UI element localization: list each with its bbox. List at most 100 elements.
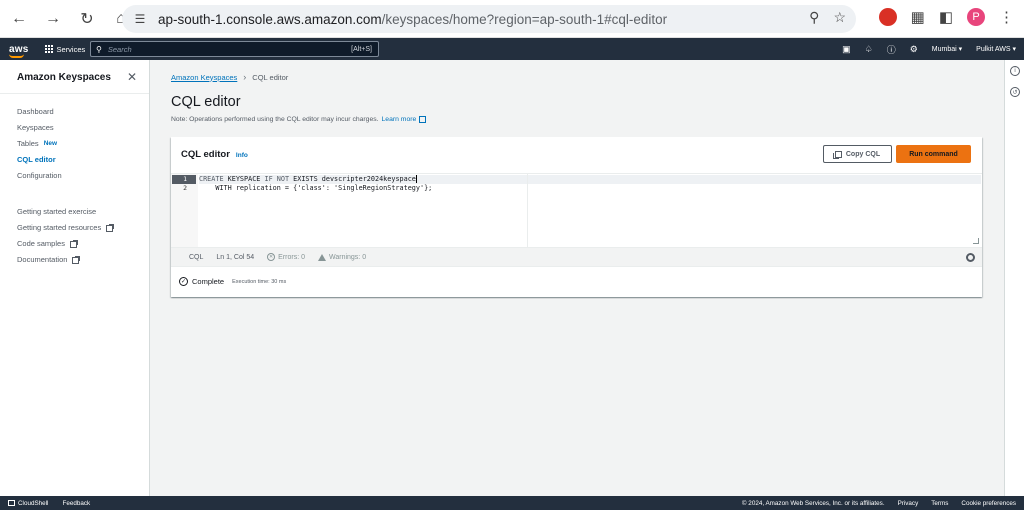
- cloudshell-icon: [8, 500, 15, 506]
- sidebar-item-label: Keyspaces: [17, 123, 54, 132]
- main-content: Amazon Keyspaces › CQL editor CQL editor…: [150, 60, 1004, 496]
- search-shortcut: [Alt+S]: [351, 45, 372, 53]
- execution-time: Execution time: 30 ms: [232, 278, 287, 285]
- text-cursor: [415, 175, 417, 183]
- resize-handle-icon[interactable]: [973, 238, 979, 244]
- search-input[interactable]: ⚲ Search [Alt+S]: [90, 41, 379, 57]
- extensions-puzzle-icon[interactable]: ▦: [911, 8, 925, 26]
- copy-cql-label: Copy CQL: [845, 150, 881, 158]
- status-warnings[interactable]: Warnings: 0: [318, 253, 367, 261]
- feedback-link[interactable]: Feedback: [62, 500, 90, 507]
- console-footer: CloudShell Feedback © 2024, Amazon Web S…: [0, 496, 1024, 510]
- panel-header: CQL editor Info: [181, 149, 248, 160]
- status-cursor-position: Ln 1, Col 54: [216, 253, 255, 261]
- chevron-right-icon: ›: [243, 72, 247, 82]
- forward-icon[interactable]: →: [42, 8, 64, 30]
- note-text: Note: Operations performed using the CQL…: [171, 116, 379, 123]
- region-label: Mumbai: [931, 46, 957, 53]
- check-circle-icon: ✓: [179, 277, 188, 286]
- side-navigation: Amazon Keyspaces ✕ Dashboard Keyspaces T…: [0, 60, 150, 496]
- reload-icon[interactable]: ↻: [76, 8, 98, 30]
- right-utility-rail: i ↺: [1004, 60, 1024, 496]
- copy-cql-button[interactable]: Copy CQL: [823, 145, 892, 163]
- side-panel-icon[interactable]: ◧: [939, 8, 953, 26]
- aws-top-navigation: aws Services ⚲ Search [Alt+S] ▣ ♤ ⓘ ⚙ Mu…: [0, 38, 1024, 60]
- bookmark-star-icon[interactable]: ☆: [833, 9, 846, 26]
- cql-editor-panel: CQL editor Info Copy CQL Run command 1 2…: [171, 137, 982, 297]
- settings-gear-icon[interactable]: ⚙: [910, 44, 918, 55]
- sidebar-item-getting-started-exercise[interactable]: Getting started exercise: [17, 204, 113, 220]
- external-link-icon: [106, 223, 115, 232]
- notifications-bell-icon[interactable]: ♤: [865, 44, 873, 55]
- url-text[interactable]: ap-south-1.console.aws.amazon.com/keyspa…: [158, 12, 667, 27]
- warnings-label: Warnings: 0: [329, 253, 367, 261]
- aws-logo[interactable]: aws: [9, 44, 29, 58]
- info-link[interactable]: Info: [236, 152, 248, 159]
- region-selector[interactable]: Mumbai ▾: [932, 45, 962, 53]
- sidebar-item-documentation[interactable]: Documentation: [17, 252, 113, 268]
- copyright-text: © 2024, Amazon Web Services, Inc. or its…: [741, 499, 885, 507]
- learn-more-link[interactable]: Learn more: [382, 116, 417, 123]
- result-status: Complete: [192, 277, 225, 286]
- code-editor[interactable]: 1 2 CREATE KEYSPACE IF NOT EXISTS devscr…: [171, 173, 982, 248]
- code-text: EXISTS devscripter2024keyspace: [289, 175, 416, 183]
- sidebar-item-label: Getting started exercise: [17, 207, 97, 216]
- sidebar-item-label: Configuration: [17, 171, 62, 180]
- sidebar-item-code-samples[interactable]: Code samples: [17, 236, 113, 252]
- zoom-icon[interactable]: ⚲: [809, 9, 819, 26]
- services-menu[interactable]: Services: [44, 44, 86, 54]
- url-host: ap-south-1.console.aws.amazon.com: [158, 11, 382, 27]
- back-icon[interactable]: ←: [8, 8, 30, 30]
- code-line[interactable]: WITH replication = {'class': 'SingleRegi…: [199, 184, 432, 193]
- profile-avatar[interactable]: P: [967, 8, 985, 26]
- sidebar-item-label: Documentation: [17, 255, 68, 264]
- close-icon[interactable]: ✕: [127, 70, 137, 84]
- cloudshell-link[interactable]: CloudShell: [8, 500, 48, 507]
- sidebar-item-dashboard[interactable]: Dashboard: [17, 104, 62, 120]
- address-bar[interactable]: ☰ ap-south-1.console.aws.amazon.com/keys…: [122, 5, 856, 33]
- sidebar-item-getting-started-resources[interactable]: Getting started resources: [17, 220, 115, 236]
- cloudshell-icon[interactable]: ▣: [842, 44, 851, 55]
- sidebar-item-label: Tables: [17, 139, 39, 148]
- sidebar-item-cql-editor[interactable]: CQL editor: [17, 152, 62, 168]
- status-errors[interactable]: ✕ Errors: 0: [267, 253, 305, 261]
- sidebar-item-tables[interactable]: Tables New: [17, 136, 62, 152]
- cookie-preferences-link[interactable]: Cookie preferences: [961, 500, 1016, 507]
- run-command-button[interactable]: Run command: [896, 145, 971, 163]
- sidebar-item-keyspaces[interactable]: Keyspaces: [17, 120, 62, 136]
- copy-icon: [832, 150, 842, 159]
- terms-link[interactable]: Terms: [931, 500, 948, 507]
- breadcrumb-link-keyspaces[interactable]: Amazon Keyspaces: [171, 73, 237, 82]
- error-x-icon: ✕: [267, 253, 276, 261]
- history-icon[interactable]: ↺: [1010, 87, 1020, 97]
- run-command-label: Run command: [909, 150, 958, 158]
- services-label: Services: [56, 44, 86, 54]
- browser-toolbar: ← → ↻ ⌂ ☰ ap-south-1.console.aws.amazon.…: [0, 0, 1024, 38]
- help-icon[interactable]: ⓘ: [887, 43, 896, 56]
- sidebar-item-configuration[interactable]: Configuration: [17, 168, 62, 184]
- code-line[interactable]: CREATE KEYSPACE IF NOT EXISTS devscripte…: [199, 175, 981, 184]
- warning-triangle-icon: [318, 253, 326, 261]
- external-link-icon: [72, 255, 81, 264]
- url-path: /keyspaces/home?region=ap-south-1#cql-ed…: [381, 11, 668, 27]
- external-link-icon: [419, 116, 427, 123]
- editor-settings-gear-icon[interactable]: [966, 253, 975, 262]
- charges-note: Note: Operations performed using the CQL…: [171, 116, 427, 123]
- breadcrumb: Amazon Keyspaces › CQL editor: [171, 72, 288, 82]
- info-panel-icon[interactable]: i: [1010, 66, 1020, 76]
- sidebar-item-label: Code samples: [17, 239, 65, 248]
- site-settings-icon[interactable]: ☰: [132, 11, 148, 27]
- account-menu[interactable]: Pulkit AWS ▾: [976, 45, 1016, 53]
- errors-label: Errors: 0: [278, 253, 305, 261]
- account-label: Pulkit AWS: [976, 46, 1011, 53]
- sidebar-title[interactable]: Amazon Keyspaces: [17, 72, 111, 83]
- privacy-link[interactable]: Privacy: [898, 500, 919, 507]
- cloudshell-label: CloudShell: [18, 499, 49, 507]
- code-keyword: CREATE: [199, 175, 224, 183]
- extension-icon[interactable]: [878, 8, 897, 26]
- page-title: CQL editor: [171, 94, 241, 110]
- panel-title: CQL editor: [181, 149, 230, 160]
- browser-menu-icon[interactable]: ⋮: [999, 8, 1014, 26]
- services-grid-icon: [44, 45, 53, 53]
- sidebar-item-label: CQL editor: [17, 155, 56, 164]
